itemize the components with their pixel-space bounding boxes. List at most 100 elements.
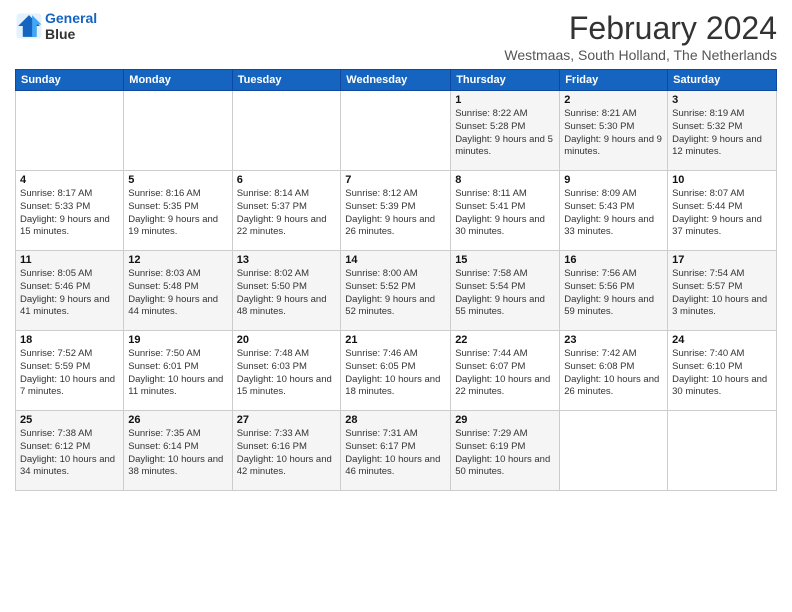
week-row-3: 11 Sunrise: 8:05 AM Sunset: 5:46 PM Dayli… [16,251,777,331]
day-info: Sunrise: 8:00 AM Sunset: 5:52 PM Dayligh… [345,268,446,319]
day-number: 9 [564,174,663,186]
day-number: 21 [345,334,446,346]
page-header: General Blue February 2024 Westmaas, Sou… [15,10,777,63]
day-cell: 17 Sunrise: 7:54 AM Sunset: 5:57 PM Dayli… [668,251,777,331]
day-info: Sunrise: 7:38 AM Sunset: 6:12 PM Dayligh… [20,428,119,479]
day-cell [232,91,341,171]
day-number: 12 [128,254,227,266]
day-number: 5 [128,174,227,186]
header-row: Sunday Monday Tuesday Wednesday Thursday… [16,70,777,91]
day-cell: 3 Sunrise: 8:19 AM Sunset: 5:32 PM Daylig… [668,91,777,171]
header-thursday: Thursday [451,70,560,91]
day-number: 11 [20,254,119,266]
day-info: Sunrise: 7:52 AM Sunset: 5:59 PM Dayligh… [20,348,119,399]
calendar-header: Sunday Monday Tuesday Wednesday Thursday… [16,70,777,91]
day-info: Sunrise: 8:12 AM Sunset: 5:39 PM Dayligh… [345,188,446,239]
day-cell: 26Sunrise: 7:35 AM Sunset: 6:14 PM Dayli… [124,411,232,491]
title-section: February 2024 Westmaas, South Holland, T… [504,10,777,63]
day-cell: 2Sunrise: 8:21 AM Sunset: 5:30 PM Daylig… [560,91,668,171]
day-cell: 4 Sunrise: 8:17 AM Sunset: 5:33 PM Daylig… [16,171,124,251]
day-number: 13 [237,254,337,266]
header-monday: Monday [124,70,232,91]
day-number: 23 [564,334,663,346]
day-info: Sunrise: 7:42 AM Sunset: 6:08 PM Dayligh… [564,348,663,399]
day-cell: 8 Sunrise: 8:11 AM Sunset: 5:41 PM Daylig… [451,171,560,251]
day-cell: 13Sunrise: 8:02 AM Sunset: 5:50 PM Dayli… [232,251,341,331]
day-info: Sunrise: 8:09 AM Sunset: 5:43 PM Dayligh… [564,188,663,239]
day-cell: 16 Sunrise: 7:56 AM Sunset: 5:56 PM Dayli… [560,251,668,331]
day-number: 7 [345,174,446,186]
header-sunday: Sunday [16,70,124,91]
day-number: 6 [237,174,337,186]
day-number: 28 [345,414,446,426]
day-number: 15 [455,254,555,266]
day-number: 1 [455,94,555,106]
day-number: 10 [672,174,772,186]
day-info: Sunrise: 8:17 AM Sunset: 5:33 PM Dayligh… [20,188,119,239]
day-cell: 9 Sunrise: 8:09 AM Sunset: 5:43 PM Daylig… [560,171,668,251]
day-cell [560,411,668,491]
day-number: 22 [455,334,555,346]
day-number: 27 [237,414,337,426]
week-row-2: 4 Sunrise: 8:17 AM Sunset: 5:33 PM Daylig… [16,171,777,251]
day-cell [668,411,777,491]
day-cell: 12Sunrise: 8:03 AM Sunset: 5:48 PM Dayli… [124,251,232,331]
day-number: 18 [20,334,119,346]
calendar-body: 1 Sunrise: 8:22 AM Sunset: 5:28 PM Daylig… [16,91,777,491]
calendar-subtitle: Westmaas, South Holland, The Netherlands [504,47,777,63]
day-info: Sunrise: 7:40 AM Sunset: 6:10 PM Dayligh… [672,348,772,399]
day-number: 8 [455,174,555,186]
day-info: Sunrise: 8:11 AM Sunset: 5:41 PM Dayligh… [455,188,555,239]
day-number: 20 [237,334,337,346]
day-info: Sunrise: 7:54 AM Sunset: 5:57 PM Dayligh… [672,268,772,319]
day-cell: 7 Sunrise: 8:12 AM Sunset: 5:39 PM Daylig… [341,171,451,251]
day-cell: 18 Sunrise: 7:52 AM Sunset: 5:59 PM Dayli… [16,331,124,411]
week-row-4: 18 Sunrise: 7:52 AM Sunset: 5:59 PM Dayli… [16,331,777,411]
day-info: Sunrise: 7:33 AM Sunset: 6:16 PM Dayligh… [237,428,337,479]
day-cell: 11 Sunrise: 8:05 AM Sunset: 5:46 PM Dayli… [16,251,124,331]
calendar-title: February 2024 [504,10,777,47]
day-cell: 15 Sunrise: 7:58 AM Sunset: 5:54 PM Dayli… [451,251,560,331]
day-info: Sunrise: 8:22 AM Sunset: 5:28 PM Dayligh… [455,108,555,159]
day-info: Sunrise: 7:50 AM Sunset: 6:01 PM Dayligh… [128,348,227,399]
day-cell: 24Sunrise: 7:40 AM Sunset: 6:10 PM Dayli… [668,331,777,411]
header-friday: Friday [560,70,668,91]
header-saturday: Saturday [668,70,777,91]
week-row-1: 1 Sunrise: 8:22 AM Sunset: 5:28 PM Daylig… [16,91,777,171]
day-info: Sunrise: 7:56 AM Sunset: 5:56 PM Dayligh… [564,268,663,319]
day-cell: 27 Sunrise: 7:33 AM Sunset: 6:16 PM Dayli… [232,411,341,491]
day-info: Sunrise: 7:44 AM Sunset: 6:07 PM Dayligh… [455,348,555,399]
day-info: Sunrise: 7:58 AM Sunset: 5:54 PM Dayligh… [455,268,555,319]
day-number: 29 [455,414,555,426]
day-number: 3 [672,94,772,106]
day-cell: 21 Sunrise: 7:46 AM Sunset: 6:05 PM Dayli… [341,331,451,411]
logo-text: General Blue [45,10,97,42]
day-number: 2 [564,94,663,106]
week-row-5: 25 Sunrise: 7:38 AM Sunset: 6:12 PM Dayli… [16,411,777,491]
day-info: Sunrise: 7:31 AM Sunset: 6:17 PM Dayligh… [345,428,446,479]
day-number: 19 [128,334,227,346]
header-wednesday: Wednesday [341,70,451,91]
day-number: 25 [20,414,119,426]
day-cell: 19 Sunrise: 7:50 AM Sunset: 6:01 PM Dayli… [124,331,232,411]
day-cell [341,91,451,171]
day-number: 17 [672,254,772,266]
day-cell: 22 Sunrise: 7:44 AM Sunset: 6:07 PM Dayli… [451,331,560,411]
day-cell: 6 Sunrise: 8:14 AM Sunset: 5:37 PM Daylig… [232,171,341,251]
day-number: 4 [20,174,119,186]
day-number: 16 [564,254,663,266]
day-info: Sunrise: 8:14 AM Sunset: 5:37 PM Dayligh… [237,188,337,239]
day-info: Sunrise: 8:19 AM Sunset: 5:32 PM Dayligh… [672,108,772,159]
day-number: 14 [345,254,446,266]
day-cell: 5Sunrise: 8:16 AM Sunset: 5:35 PM Daylig… [124,171,232,251]
day-cell: 10Sunrise: 8:07 AM Sunset: 5:44 PM Dayli… [668,171,777,251]
logo-icon [15,12,43,40]
day-cell: 23 Sunrise: 7:42 AM Sunset: 6:08 PM Dayli… [560,331,668,411]
day-info: Sunrise: 7:35 AM Sunset: 6:14 PM Dayligh… [128,428,227,479]
calendar-page: General Blue February 2024 Westmaas, Sou… [0,0,792,612]
day-cell: 25 Sunrise: 7:38 AM Sunset: 6:12 PM Dayli… [16,411,124,491]
day-info: Sunrise: 7:46 AM Sunset: 6:05 PM Dayligh… [345,348,446,399]
day-cell: 28 Sunrise: 7:31 AM Sunset: 6:17 PM Dayli… [341,411,451,491]
day-cell: 29Sunrise: 7:29 AM Sunset: 6:19 PM Dayli… [451,411,560,491]
day-info: Sunrise: 8:05 AM Sunset: 5:46 PM Dayligh… [20,268,119,319]
